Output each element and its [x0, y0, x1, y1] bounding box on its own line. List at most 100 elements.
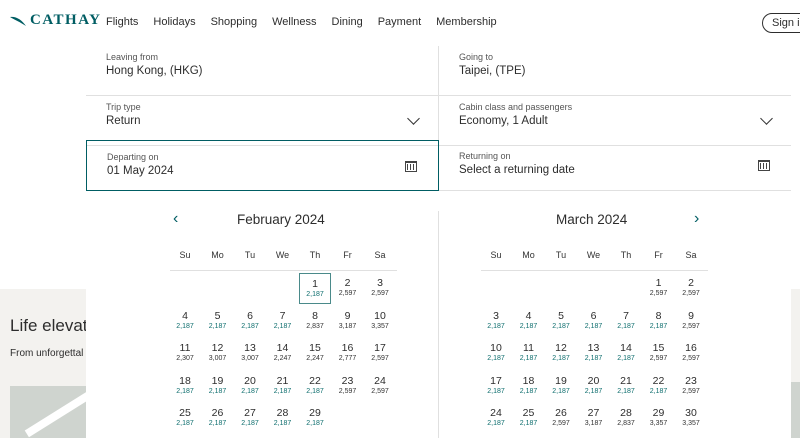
calendar-day[interactable]: 12 3,007 — [202, 338, 234, 369]
calendar-day[interactable]: 29 3,357 — [643, 403, 675, 434]
calendar-day[interactable]: 2 2,597 — [332, 273, 364, 304]
weekday-label: Su — [179, 250, 191, 260]
leaving-from-field[interactable]: Leaving from Hong Kong, (HKG) — [86, 46, 439, 96]
calendar-day[interactable]: 8 2,837 — [299, 306, 331, 337]
nav-flights[interactable]: Flights — [106, 16, 138, 28]
day-number: 30 — [685, 407, 697, 420]
next-month-arrow-icon[interactable]: › — [694, 210, 699, 228]
calendar-day[interactable]: 28 2,187 — [267, 403, 299, 434]
calendar-day[interactable]: 2 2,597 — [675, 273, 707, 304]
calendar-day[interactable]: 1 2,187 — [299, 273, 331, 304]
calendar-day[interactable]: 14 2,247 — [267, 338, 299, 369]
nav-membership[interactable]: Membership — [436, 16, 497, 28]
calendar-day[interactable]: 10 3,357 — [364, 306, 396, 337]
calendar-day[interactable]: 26 2,597 — [545, 403, 577, 434]
calendar-day[interactable]: 9 3,187 — [332, 306, 364, 337]
going-to-value: Taipei, (TPE) — [459, 65, 526, 77]
day-number: 2 — [344, 277, 351, 289]
calendar-day[interactable]: 11 2,307 — [169, 338, 201, 369]
calendar-day[interactable]: 21 2,187 — [267, 371, 299, 402]
calendar-day[interactable]: 9 2,597 — [675, 306, 707, 337]
day-price: 2,187 — [617, 322, 635, 330]
cathay-logo[interactable]: CATHAY — [10, 12, 102, 29]
calendar-day[interactable]: 25 2,187 — [169, 403, 201, 434]
departing-on-value: 01 May 2024 — [107, 165, 174, 177]
calendar-day[interactable]: 11 2,187 — [513, 338, 545, 369]
calendar-day[interactable]: 10 2,187 — [480, 338, 512, 369]
calendar-day[interactable]: 15 2,597 — [643, 338, 675, 369]
chevron-down-icon — [760, 112, 773, 125]
day-number: 23 — [685, 374, 697, 387]
nav-payment[interactable]: Payment — [378, 16, 421, 28]
calendar-day[interactable]: 4 2,187 — [513, 306, 545, 337]
main-nav: Flights Holidays Shopping Wellness Dinin… — [106, 16, 512, 28]
calendar-day[interactable]: 23 2,597 — [675, 371, 707, 402]
calendar-day[interactable]: 20 2,187 — [578, 371, 610, 402]
departing-on-label: Departing on — [107, 152, 159, 162]
day-number: 7 — [623, 309, 629, 322]
returning-on-field[interactable]: Returning on Select a returning date — [439, 140, 791, 191]
day-price: 2,187 — [306, 420, 324, 428]
calendar-day[interactable]: 13 2,187 — [578, 338, 610, 369]
calendar-day[interactable]: 16 2,777 — [332, 338, 364, 369]
calendar-day[interactable]: 7 2,187 — [610, 306, 642, 337]
calendar-day[interactable]: 6 2,187 — [234, 306, 266, 337]
calendar-day[interactable]: 19 2,187 — [545, 371, 577, 402]
calendar-day[interactable]: 27 2,187 — [234, 403, 266, 434]
brushwing-icon — [10, 16, 26, 26]
calendar-day[interactable]: 28 2,837 — [610, 403, 642, 434]
calendar-day[interactable]: 5 2,187 — [545, 306, 577, 337]
day-number: 2 — [688, 277, 694, 289]
day-price: 2,187 — [552, 355, 570, 363]
weekday-separator — [481, 270, 708, 271]
calendar-day[interactable]: 14 2,187 — [610, 338, 642, 369]
calendar-day[interactable]: 26 2,187 — [202, 403, 234, 434]
nav-dining[interactable]: Dining — [332, 16, 363, 28]
calendar-day[interactable]: 29 2,187 — [299, 403, 331, 434]
day-number: 25 — [522, 407, 535, 420]
calendar-day[interactable]: 3 2,597 — [364, 273, 396, 304]
calendar-day[interactable]: 13 3,007 — [234, 338, 266, 369]
day-price: 2,597 — [682, 322, 700, 330]
trip-type-select[interactable]: Trip type Return — [86, 96, 439, 146]
day-price: 2,187 — [617, 387, 635, 395]
nav-shopping[interactable]: Shopping — [211, 16, 258, 28]
day-price: 3,187 — [584, 420, 603, 428]
nav-holidays[interactable]: Holidays — [153, 16, 195, 28]
calendar-day[interactable]: 1 2,597 — [643, 273, 675, 304]
going-to-field[interactable]: Going to Taipei, (TPE) — [439, 46, 791, 96]
calendar-day[interactable]: 24 2,187 — [480, 403, 512, 434]
calendar-day[interactable]: 19 2,187 — [202, 371, 234, 402]
calendar-day[interactable]: 6 2,187 — [578, 306, 610, 337]
calendar-day[interactable]: 20 2,187 — [234, 371, 266, 402]
nav-wellness[interactable]: Wellness — [272, 16, 316, 28]
day-price: 3,007 — [208, 355, 227, 363]
calendar-day[interactable]: 17 2,597 — [364, 338, 396, 369]
calendar-day[interactable]: 12 2,187 — [545, 338, 577, 369]
calendar-day[interactable]: 8 2,187 — [643, 306, 675, 337]
calendar-day[interactable]: 22 2,187 — [299, 371, 331, 402]
calendar-day[interactable]: 18 2,187 — [169, 371, 201, 402]
day-number: 6 — [590, 309, 597, 322]
calendar-day[interactable]: 3 2,187 — [480, 306, 512, 337]
calendar-day[interactable]: 21 2,187 — [610, 371, 642, 402]
calendar-day[interactable]: 17 2,187 — [480, 371, 512, 402]
calendar-day[interactable]: 7 2,187 — [267, 306, 299, 337]
calendar-day[interactable]: 16 2,597 — [675, 338, 707, 369]
calendar-day[interactable]: 27 3,187 — [578, 403, 610, 434]
chevron-down-icon — [407, 112, 420, 125]
cabin-class-select[interactable]: Cabin class and passengers Economy, 1 Ad… — [439, 96, 791, 146]
day-number: 5 — [558, 309, 564, 322]
prev-month-arrow-icon[interactable]: ‹ — [173, 210, 178, 228]
calendar-day[interactable]: 25 2,187 — [513, 403, 545, 434]
calendar-day[interactable]: 5 2,187 — [202, 306, 234, 337]
calendar-day[interactable]: 15 2,247 — [299, 338, 331, 369]
calendar-day[interactable]: 22 2,187 — [643, 371, 675, 402]
sign-in-button[interactable]: Sign in — [762, 13, 800, 33]
calendar-day[interactable]: 18 2,187 — [513, 371, 545, 402]
departing-on-field[interactable]: Departing on 01 May 2024 — [86, 140, 439, 191]
calendar-day[interactable]: 24 2,597 — [364, 371, 396, 402]
calendar-day[interactable]: 4 2,187 — [169, 306, 201, 337]
calendar-day[interactable]: 23 2,597 — [332, 371, 364, 402]
calendar-day[interactable]: 30 3,357 — [675, 403, 707, 434]
